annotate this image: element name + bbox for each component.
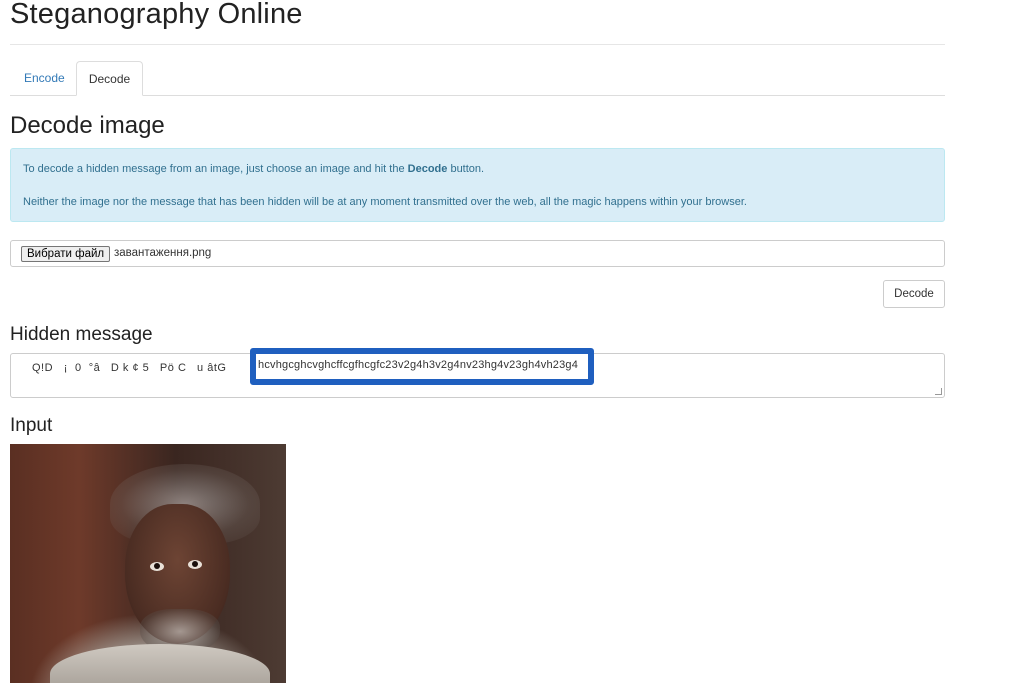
image-eye-left [150, 562, 164, 571]
image-eye-right [188, 560, 202, 569]
info-line-1-bold: Decode [407, 163, 448, 175]
info-line-1: To decode a hidden message from an image… [23, 163, 484, 175]
tab-encode[interactable]: Encode [12, 61, 77, 95]
title-divider [10, 44, 945, 45]
tab-decode[interactable]: Decode [76, 61, 143, 96]
info-line-1-tail: button. [447, 163, 485, 175]
textarea-resize-handle[interactable] [935, 388, 942, 395]
selected-file-name: завантаження.png [114, 247, 212, 259]
image-shirt [50, 644, 270, 683]
highlighted-message-selection: hcvhgcghcvghcffcgfhcgfc23v2g4h3v2g4nv23h… [250, 348, 594, 385]
site-title: Steganography Online [10, 0, 303, 30]
decode-button[interactable]: Decode [883, 280, 945, 308]
hidden-message-heading: Hidden message [10, 324, 153, 345]
decode-heading: Decode image [10, 112, 165, 139]
input-heading: Input [10, 415, 53, 436]
tab-bar: Encode Decode [10, 61, 945, 96]
info-line-1-text: To decode a hidden message from an image… [23, 163, 408, 175]
hidden-message-garbled-text: Q!D ¡ 0 °â D k ¢ 5 Pö C u âtG [32, 362, 227, 374]
highlighted-message-text: hcvhgcghcvghcffcgfhcgfc23v2g4h3v2g4nv23h… [258, 359, 579, 371]
choose-file-button[interactable]: Вибрати файл [21, 246, 111, 262]
file-input[interactable]: Вибрати файл завантаження.png [10, 240, 945, 267]
info-alert: To decode a hidden message from an image… [10, 148, 945, 222]
info-line-2: Neither the image nor the message that h… [23, 196, 747, 208]
input-image [10, 444, 286, 683]
